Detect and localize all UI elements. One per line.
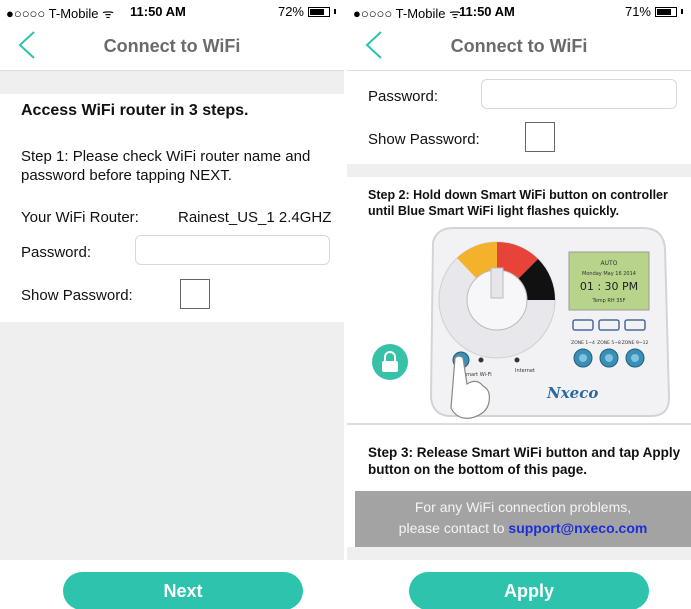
svg-text:Internet: Internet — [515, 368, 535, 374]
lcd-temp: Temp RH 35F — [592, 298, 626, 304]
step3-text: Step 3: Release Smart WiFi button and ta… — [368, 445, 681, 477]
next-button[interactable]: Next — [63, 572, 303, 609]
brand-logo: Nxeco — [546, 384, 598, 402]
nav-bar: Connect to WiFi — [0, 20, 344, 71]
battery-icon — [308, 6, 330, 17]
header-separator — [0, 71, 344, 94]
controller-illustration: AUTO Monday May 16 2014 01 : 30 PM Temp … — [347, 222, 691, 422]
show-password-checkbox[interactable] — [525, 122, 555, 152]
password-label: Password: — [368, 88, 439, 105]
page-title: Connect to WiFi — [450, 36, 588, 56]
lcd-date: Monday May 16 2014 — [582, 271, 636, 277]
svg-text:ZONE 1~4: ZONE 1~4 — [571, 340, 595, 346]
battery-percent: 72% — [277, 4, 304, 19]
router-label: Your WiFi Router: — [21, 209, 139, 226]
password-label: Password: — [21, 244, 92, 261]
lock-icon — [372, 344, 408, 380]
empty-area — [0, 322, 344, 560]
support-email-link[interactable]: support@nxeco.com — [508, 520, 647, 536]
battery-percent: 71% — [624, 4, 651, 19]
show-password-label: Show Password: — [368, 131, 480, 148]
lcd-mode: AUTO — [601, 260, 618, 267]
step1-text: Step 1: Please check WiFi router name an… — [21, 148, 311, 184]
page-title: Connect to WiFi — [103, 36, 241, 56]
svg-text:Smart Wi-Fi: Smart Wi-Fi — [463, 372, 492, 378]
help-notice: For any WiFi connection problems, please… — [355, 491, 691, 547]
battery-indicator: 71% — [625, 4, 683, 19]
show-password-checkbox[interactable] — [180, 279, 210, 309]
svg-text:ZONE 5~8: ZONE 5~8 — [597, 340, 621, 346]
status-bar: ●○○○○ T-Mobile ᯤ 11:50 AM 71% — [347, 0, 691, 21]
left-screen: ●○○○○ T-Mobile ᯤ 11:50 AM 72% Connect to… — [0, 0, 344, 609]
apply-button[interactable]: Apply — [409, 572, 649, 609]
section-separator — [347, 164, 691, 177]
password-input[interactable] — [135, 235, 330, 265]
nav-bar: Connect to WiFi — [347, 20, 691, 71]
steps-heading: Access WiFi router in 3 steps. — [21, 102, 249, 119]
step2-text: Step 2: Hold down Smart WiFi button on c… — [368, 188, 668, 218]
time-label: 11:50 AM — [130, 4, 186, 19]
help-line1: For any WiFi connection problems, — [414, 499, 632, 515]
show-password-label: Show Password: — [21, 287, 133, 304]
battery-indicator: 72% — [278, 4, 336, 19]
router-value: Rainest_US_1 2.4GHZ — [178, 209, 332, 226]
time-label: 11:50 AM — [459, 4, 515, 19]
right-screen: ●○○○○ T-Mobile ᯤ 11:50 AM 71% Connect to… — [347, 0, 691, 609]
battery-icon — [655, 6, 677, 17]
svg-text:ZONE 9~12: ZONE 9~12 — [622, 340, 649, 346]
lcd-time: 01 : 30 PM — [580, 280, 638, 293]
password-input[interactable] — [481, 79, 677, 109]
help-line2: please contact to — [398, 520, 505, 536]
status-bar: ●○○○○ T-Mobile ᯤ 11:50 AM 72% — [0, 0, 344, 21]
